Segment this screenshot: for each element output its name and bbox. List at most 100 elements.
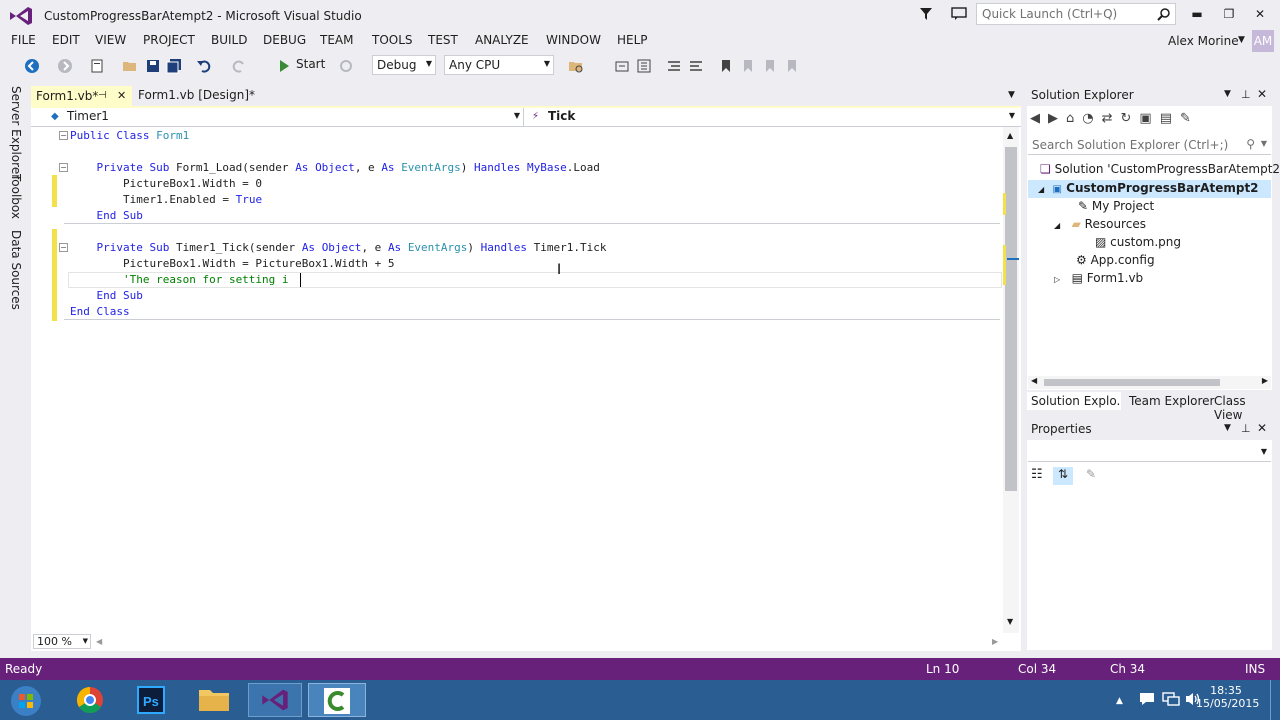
menu-file[interactable]: FILE [11, 33, 36, 47]
menu-edit[interactable]: EDIT [52, 33, 80, 47]
taskbar-visual-studio-button[interactable] [248, 683, 302, 717]
menu-debug[interactable]: DEBUG [263, 33, 306, 47]
class-dropdown[interactable]: ◆ Timer1 ▼ [31, 108, 524, 127]
zoom-select[interactable]: 100 % ▼ [33, 634, 91, 649]
start-button[interactable]: Start [296, 57, 325, 71]
user-name[interactable]: Alex Morine [1168, 34, 1239, 48]
show-desktop-button[interactable] [1270, 680, 1280, 720]
code-line[interactable]: PictureBox1.Width = PictureBox1.Width + … [70, 256, 395, 272]
tab-form1-vb[interactable]: Form1.vb* ⊣ ✕ [31, 86, 132, 106]
show-all-files-icon[interactable]: ▤ [1160, 111, 1180, 126]
tab-team-explorer[interactable]: Team Explorer [1125, 392, 1219, 410]
scroll-right-icon[interactable]: ▶ [1262, 376, 1268, 385]
search-icon[interactable] [1157, 7, 1171, 21]
chevron-down-icon[interactable]: ▼ [1261, 139, 1267, 148]
solution-explorer-hscrollbar[interactable]: ◀ ▶ [1028, 376, 1271, 389]
method-dropdown[interactable]: ⚡ Tick ▼ [526, 108, 1018, 127]
file-explorer-icon[interactable] [190, 683, 238, 717]
start-debugging-icon[interactable] [276, 58, 292, 74]
server-explorer-tab[interactable]: Server Explorer [9, 86, 23, 179]
tree-item-solution[interactable]: ❏ Solution 'CustomProgressBarAtempt2' (1 [1040, 162, 1280, 176]
chrome-icon[interactable] [66, 683, 114, 717]
next-bookmark-icon[interactable] [762, 58, 778, 74]
navigate-icon[interactable] [614, 58, 630, 74]
menu-team[interactable]: TEAM [320, 33, 353, 47]
menu-project[interactable]: PROJECT [143, 33, 195, 47]
back-icon[interactable] [24, 58, 40, 74]
home-icon[interactable]: ⌂ [1066, 111, 1082, 126]
close-icon[interactable]: ✕ [1257, 87, 1267, 101]
uncomment-icon[interactable] [688, 58, 704, 74]
menu-test[interactable]: TEST [428, 33, 458, 47]
collapse-method-icon[interactable]: − [59, 243, 68, 252]
clear-bookmarks-icon[interactable] [784, 58, 800, 74]
dropdown-icon[interactable]: ▼ [1224, 423, 1231, 433]
photoshop-icon[interactable]: Ps [127, 683, 175, 717]
scroll-up-icon[interactable]: ▲ [1007, 131, 1013, 140]
tree-item-project[interactable]: ◢ ▣ CustomProgressBarAtempt2 [1038, 181, 1259, 195]
property-pages-icon[interactable]: ✎ [1086, 467, 1104, 485]
collapsed-icon[interactable]: ▷ [1054, 275, 1060, 284]
forward-icon[interactable]: ▶ [1048, 111, 1066, 126]
code-line[interactable]: Private Sub Timer1_Tick(sender As Object… [70, 240, 606, 256]
forward-icon[interactable] [57, 58, 73, 74]
save-all-icon[interactable] [166, 58, 182, 74]
comment-out-icon[interactable] [666, 58, 682, 74]
open-file-icon[interactable] [122, 58, 138, 74]
menu-tools[interactable]: TOOLS [372, 33, 413, 47]
menu-help[interactable]: HELP [617, 33, 648, 47]
history-icon[interactable]: ◔ [1082, 111, 1101, 126]
find-in-files-icon[interactable] [568, 58, 584, 74]
code-line[interactable]: End Sub [70, 208, 142, 224]
scroll-left-icon[interactable]: ◀ [96, 637, 102, 646]
refresh-icon[interactable]: ↻ [1121, 111, 1140, 126]
refresh-icon[interactable] [338, 58, 354, 74]
tab-solution-explorer[interactable]: Solution Explo... [1027, 392, 1121, 410]
menu-analyze[interactable]: ANALYZE [475, 33, 529, 47]
tree-item-app-config[interactable]: ⚙ App.config [1076, 253, 1155, 267]
vertical-scrollbar[interactable]: ▲ ▼ [1003, 127, 1019, 633]
notification-filter-icon[interactable] [918, 6, 934, 22]
tab-overflow-icon[interactable]: ▼ [1008, 90, 1015, 100]
dropdown-icon[interactable]: ▼ [1224, 89, 1231, 99]
bookmark-icon[interactable] [718, 58, 734, 74]
tree-item-resources[interactable]: ◢ ▰ Resources [1054, 217, 1146, 231]
class-view-icon[interactable] [636, 58, 652, 74]
menu-build[interactable]: BUILD [211, 33, 247, 47]
minimize-button[interactable]: ▬ [1186, 6, 1208, 22]
collapse-all-icon[interactable]: ▣ [1139, 111, 1159, 126]
scroll-left-icon[interactable]: ◀ [1031, 376, 1037, 385]
tree-item-my-project[interactable]: ✎ My Project [1078, 199, 1154, 213]
categorized-icon[interactable]: ☷ [1031, 467, 1049, 485]
menu-view[interactable]: VIEW [95, 33, 126, 47]
taskbar-camtasia-button[interactable] [308, 683, 366, 717]
previous-bookmark-icon[interactable] [740, 58, 756, 74]
avatar[interactable]: AM [1252, 30, 1274, 52]
user-menu-caret-icon[interactable]: ▼ [1238, 35, 1245, 45]
solution-platform-select[interactable]: Any CPU ▼ [444, 55, 554, 75]
code-line[interactable]: End Class [70, 304, 130, 320]
show-hidden-icons-icon[interactable]: ▲ [1116, 696, 1123, 706]
tree-item-form1-vb[interactable]: ▷ ▤ Form1.vb [1054, 271, 1143, 285]
expanded-icon[interactable]: ◢ [1038, 185, 1044, 194]
redo-icon[interactable] [231, 58, 247, 74]
close-icon[interactable]: ✕ [117, 89, 126, 102]
scroll-thumb[interactable] [1005, 147, 1017, 491]
visual-studio-logo-icon[interactable] [8, 5, 34, 27]
start-menu-icon[interactable] [4, 683, 48, 717]
toolbox-tab[interactable]: Toolbox [9, 174, 23, 219]
sync-icon[interactable]: ⇄ [1102, 111, 1121, 126]
code-line[interactable]: Public Class Form1 [70, 128, 189, 144]
back-icon[interactable]: ◀ [1030, 111, 1048, 126]
pin-icon[interactable]: ⊣ [98, 90, 107, 101]
solution-explorer-search-input[interactable]: Search Solution Explorer (Ctrl+;) ⚲ ▼ [1028, 136, 1271, 155]
collapse-method-icon[interactable]: − [59, 163, 68, 172]
solution-configuration-select[interactable]: Debug ▼ [372, 55, 436, 75]
code-line[interactable]: End Sub [70, 288, 142, 304]
search-icon[interactable]: ⚲ [1246, 137, 1255, 151]
new-project-icon[interactable] [89, 58, 105, 74]
undo-icon[interactable] [196, 58, 212, 74]
collapse-class-icon[interactable]: − [59, 131, 68, 140]
code-line[interactable]: Timer1.Enabled = True [70, 192, 262, 208]
pin-icon[interactable]: ⊥ [1241, 88, 1251, 101]
